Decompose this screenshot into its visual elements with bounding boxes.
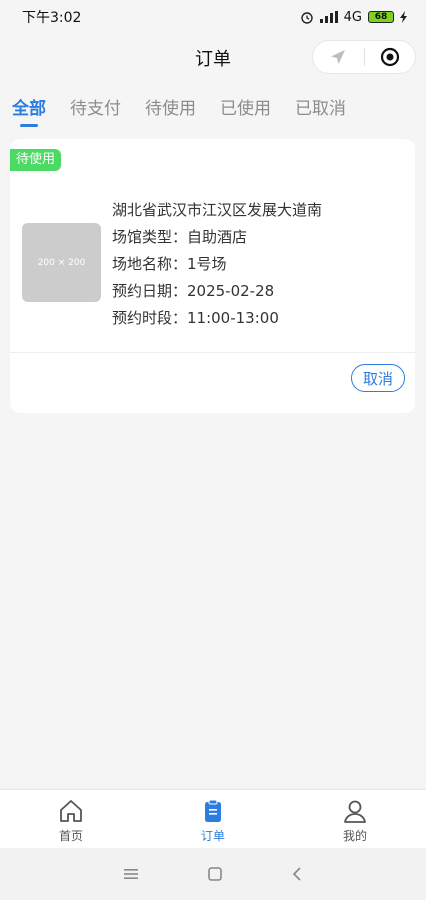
battery-level: 68 (374, 12, 388, 22)
status-time: 下午3:02 (22, 10, 82, 26)
tabbar-item-profile[interactable]: 我的 (284, 790, 426, 849)
venue-thumbnail: 200 × 200 (22, 223, 101, 302)
system-navigation-bar (0, 848, 426, 900)
tab-pending-payment[interactable]: 待支付 (70, 88, 121, 119)
clipboard-icon (205, 799, 221, 822)
tabbar-label-orders: 订单 (200, 829, 225, 843)
battery-icon: 68 (368, 11, 394, 23)
card-divider (10, 352, 415, 353)
tabbar-item-home[interactable]: 首页 (0, 790, 142, 849)
close-mini-program-button[interactable] (365, 41, 416, 73)
status-bar: 下午3:02 4G 68 (0, 0, 426, 34)
thumbnail-placeholder-text: 200 × 200 (37, 257, 86, 268)
order-card[interactable]: 待使用 200 × 200 湖北省武汉市江汉区发展大道南 场馆类型：自助酒店 场… (10, 139, 415, 413)
signal-icon (319, 11, 338, 23)
location-button[interactable] (313, 41, 364, 73)
cancel-button[interactable]: 取消 (351, 364, 405, 392)
user-icon (344, 800, 366, 823)
menu-icon[interactable] (124, 868, 138, 880)
booking-time-slot: 预约时段：11:00-13:00 (112, 309, 279, 327)
tabbar-label-profile: 我的 (342, 829, 367, 843)
mini-program-capsule (312, 40, 416, 74)
home-icon (60, 800, 82, 822)
booking-date: 预约日期：2025-02-28 (112, 282, 275, 300)
order-details: 湖北省武汉市江汉区发展大道南 场馆类型：自助酒店 场地名称：1号场 预约日期：2… (112, 197, 322, 332)
tab-all[interactable]: 全部 (12, 88, 46, 119)
bottom-tab-bar: 首页 订单 我的 (0, 789, 426, 849)
venue-address: 湖北省武汉市江汉区发展大道南 (112, 201, 323, 219)
page-title: 订单 (195, 49, 231, 70)
tab-pending-use[interactable]: 待使用 (145, 88, 196, 119)
back-chevron-icon[interactable] (292, 867, 302, 881)
tab-used[interactable]: 已使用 (220, 88, 271, 119)
venue-name: 场地名称：1号场 (112, 255, 227, 273)
order-status-tabs: 全部 待支付 待使用 已使用 已取消 (0, 88, 426, 128)
home-square-icon[interactable] (208, 867, 222, 881)
tabbar-item-orders[interactable]: 订单 (142, 790, 284, 849)
charging-icon (400, 11, 407, 23)
network-type: 4G (343, 9, 362, 25)
tab-cancelled[interactable]: 已取消 (295, 88, 346, 119)
alarm-icon (300, 12, 313, 24)
status-badge: 待使用 (10, 149, 62, 171)
location-arrow-icon (331, 50, 346, 64)
tabbar-label-home: 首页 (58, 829, 83, 843)
venue-type: 场馆类型：自助酒店 (112, 228, 248, 246)
navigation-bar: 订单 (0, 34, 426, 82)
status-icons: 4G 68 (300, 10, 408, 25)
target-circle-icon (380, 47, 399, 67)
